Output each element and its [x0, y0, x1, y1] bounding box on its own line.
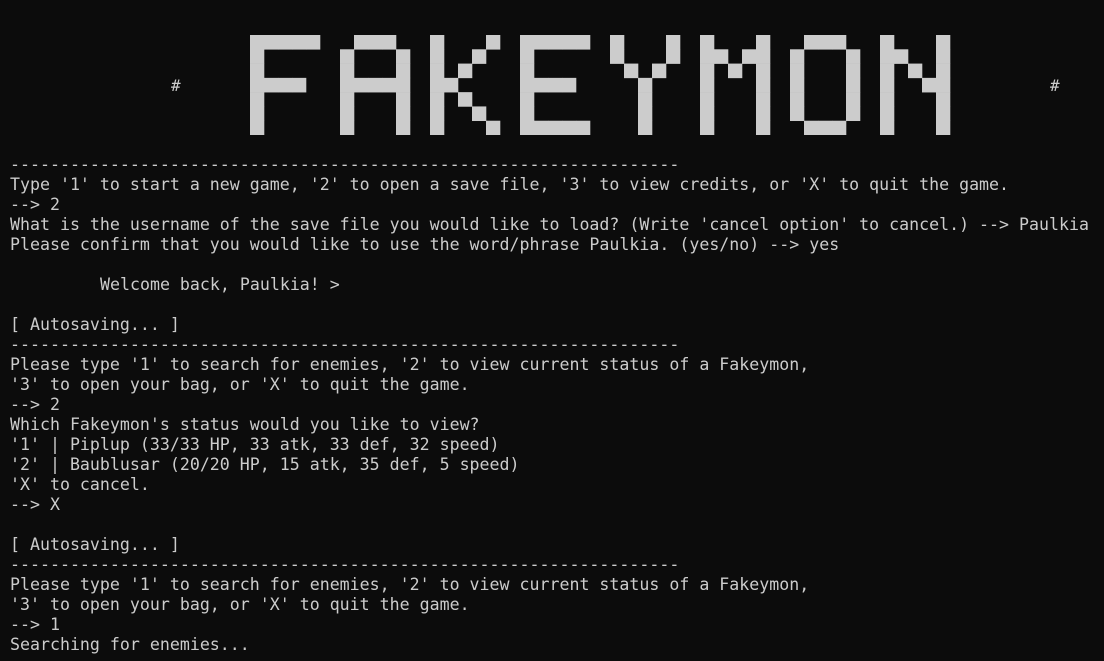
logo-letter-y	[610, 35, 681, 135]
separator-line: ----------------------------------------…	[10, 155, 680, 174]
logo-letter-k	[430, 35, 501, 135]
welcome-message: Welcome back, Paulkia! >	[100, 275, 340, 294]
output-line: Which Fakeymon's status would you like t…	[10, 415, 480, 434]
input-echo-line: --> 2	[10, 195, 60, 214]
autosave-status-line: [ Autosaving... ]	[10, 535, 180, 554]
logo-letter-m	[700, 35, 771, 135]
logo-letter-a	[340, 35, 411, 135]
output-line: What is the username of the save file yo…	[10, 215, 1089, 234]
output-line: Searching for enemies...	[10, 635, 250, 654]
terminal-output: ----------------------------------------…	[10, 155, 1104, 655]
output-line: '2' | Baublusar (20/20 HP, 15 atk, 35 de…	[10, 455, 520, 474]
output-line: Please type '1' to search for enemies, '…	[10, 575, 810, 594]
terminal-window[interactable]: # # ------------------------------------…	[0, 0, 1104, 661]
autosave-status-line: [ Autosaving... ]	[10, 315, 180, 334]
logo-letter-n	[880, 35, 951, 135]
input-echo-line: --> X	[10, 495, 60, 514]
logo-hash-right: #	[1050, 76, 1060, 95]
output-line: Type '1' to start a new game, '2' to ope…	[10, 175, 1010, 194]
output-line: '1' | Piplup (33/33 HP, 33 atk, 33 def, …	[10, 435, 500, 454]
output-line: 'X' to cancel.	[10, 475, 150, 494]
separator-line: ----------------------------------------…	[10, 555, 680, 574]
output-line: Please confirm that you would like to us…	[10, 235, 840, 254]
output-line: '3' to open your bag, or 'X' to quit the…	[10, 595, 470, 614]
logo-letter-o	[790, 35, 861, 135]
logo-letter-e	[520, 35, 591, 135]
output-line: '3' to open your bag, or 'X' to quit the…	[10, 375, 470, 394]
input-echo-line: --> 1	[10, 615, 60, 634]
logo-hash-left: #	[171, 76, 181, 95]
separator-line: ----------------------------------------…	[10, 335, 680, 354]
output-line: Please type '1' to search for enemies, '…	[10, 355, 810, 374]
fakeymon-ascii-logo	[250, 35, 1022, 135]
logo-letter-f	[250, 35, 321, 135]
input-echo-line: --> 2	[10, 395, 60, 414]
